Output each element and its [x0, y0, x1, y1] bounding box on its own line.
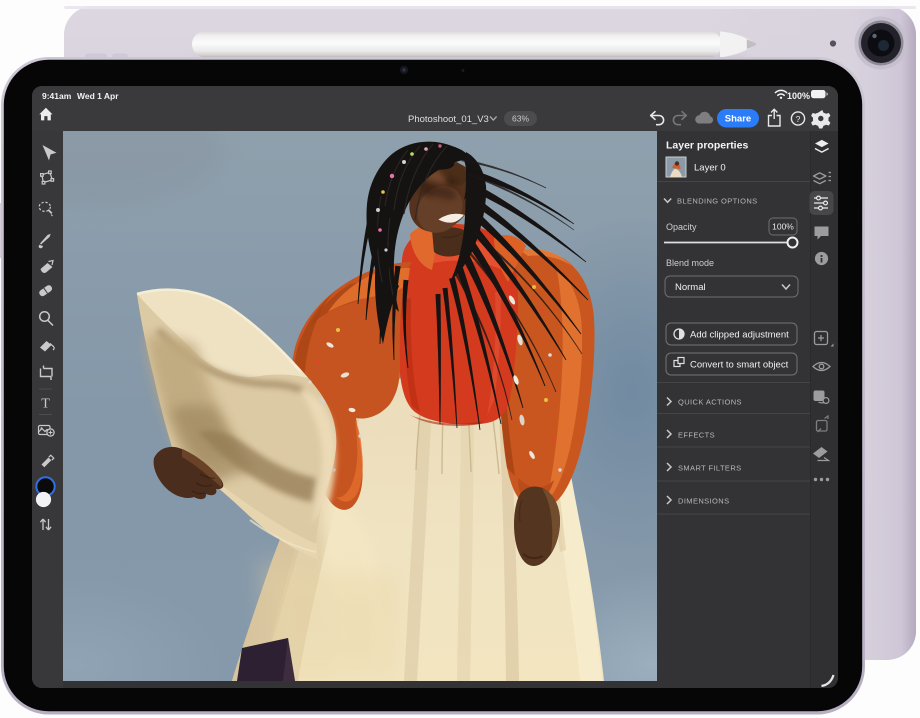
svg-text:Wed 1 Apr: Wed 1 Apr: [77, 91, 119, 101]
svg-text:Layer 0: Layer 0: [694, 163, 726, 174]
svg-text:100%: 100%: [772, 222, 794, 232]
svg-text:Opacity: Opacity: [666, 222, 697, 232]
svg-text:SMART FILTERS: SMART FILTERS: [678, 464, 742, 473]
svg-text:Share: Share: [725, 114, 751, 125]
svg-text:?: ?: [796, 114, 801, 124]
svg-text:63%: 63%: [512, 114, 529, 124]
svg-text:Add clipped adjustment: Add clipped adjustment: [690, 330, 789, 341]
svg-text:QUICK ACTIONS: QUICK ACTIONS: [678, 398, 742, 407]
svg-text:Photoshoot_01_V3: Photoshoot_01_V3: [408, 114, 489, 125]
svg-text:T: T: [41, 397, 50, 412]
svg-text:Normal: Normal: [675, 282, 706, 293]
svg-text:BLENDING OPTIONS: BLENDING OPTIONS: [677, 197, 758, 206]
svg-text:Layer properties: Layer properties: [666, 140, 748, 152]
svg-text:Blend mode: Blend mode: [666, 258, 714, 268]
svg-text:Convert to smart object: Convert to smart object: [690, 360, 789, 371]
svg-text:100%: 100%: [787, 91, 810, 101]
svg-text:9:41am: 9:41am: [42, 91, 72, 101]
svg-text:DIMENSIONS: DIMENSIONS: [678, 497, 730, 506]
svg-text:EFFECTS: EFFECTS: [678, 431, 715, 440]
